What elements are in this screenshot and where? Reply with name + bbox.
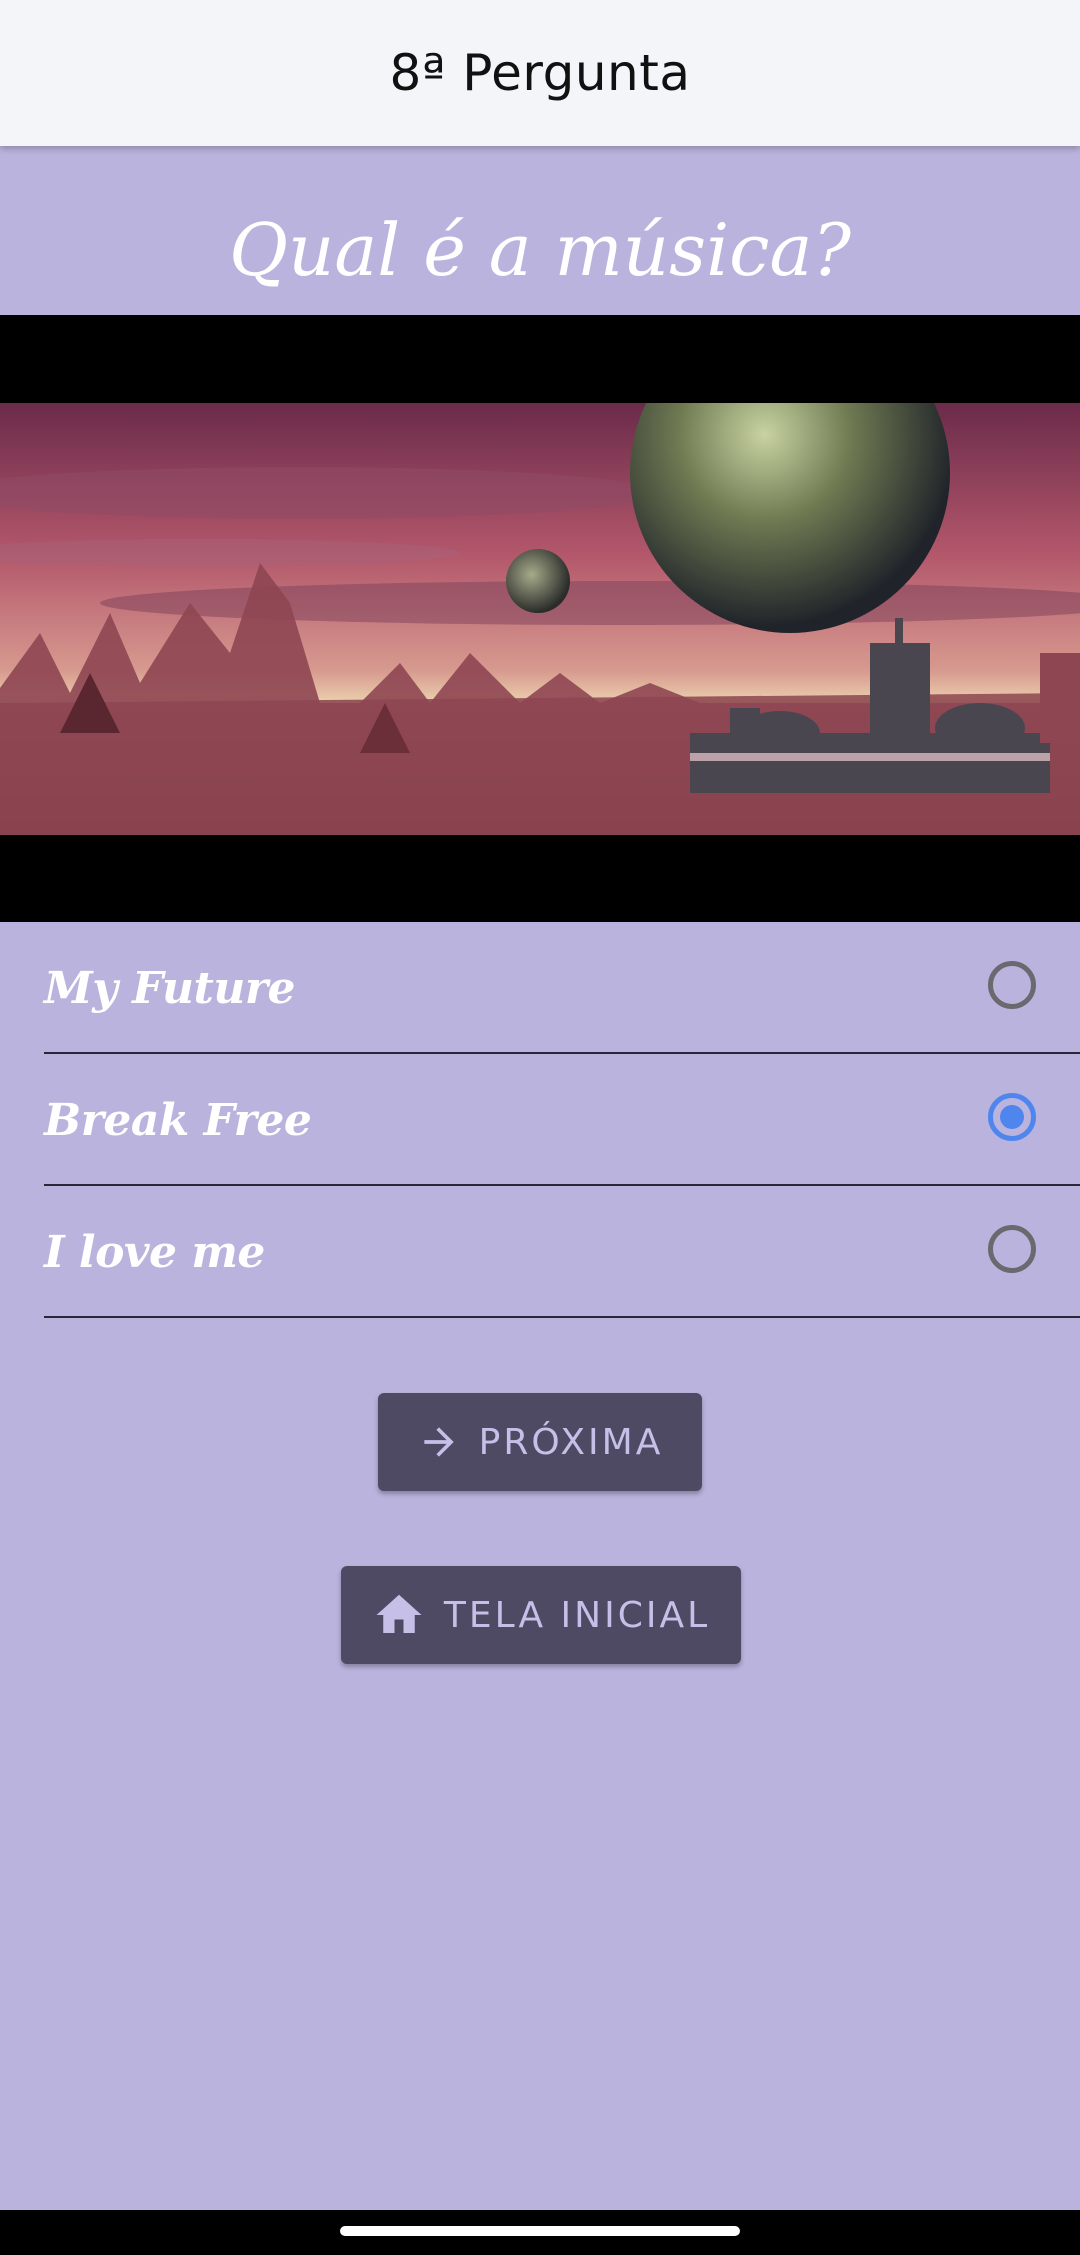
option-label: My Future [44, 962, 296, 1014]
page-title: 8ª Pergunta [389, 44, 691, 102]
option-break-free[interactable]: Break Free [0, 1054, 1080, 1186]
home-icon [372, 1588, 426, 1642]
next-button[interactable]: PRÓXIMA [378, 1393, 702, 1491]
next-button-label: PRÓXIMA [478, 1421, 664, 1463]
arrow-right-icon [417, 1420, 461, 1464]
question-text: Qual é a música? [228, 208, 852, 292]
option-label: Break Free [44, 1094, 312, 1146]
app-bar: 8ª Pergunta [0, 0, 1080, 146]
home-button[interactable]: TELA INICIAL [341, 1566, 741, 1664]
radio-button-selected[interactable] [988, 1093, 1036, 1141]
answer-options: My Future Break Free I love me [0, 922, 1080, 1318]
option-my-future[interactable]: My Future [0, 922, 1080, 1054]
system-nav-bar [0, 2210, 1080, 2255]
divider [44, 1316, 1080, 1318]
option-i-love-me[interactable]: I love me [0, 1186, 1080, 1318]
home-button-label: TELA INICIAL [443, 1594, 711, 1636]
radio-button[interactable] [988, 961, 1036, 1009]
radio-selected-dot [1000, 1105, 1024, 1129]
alien-landscape-image [0, 403, 1080, 835]
radio-button[interactable] [988, 1225, 1036, 1273]
option-label: I love me [44, 1226, 265, 1278]
home-indicator[interactable] [340, 2226, 740, 2236]
question-image [0, 315, 1080, 922]
